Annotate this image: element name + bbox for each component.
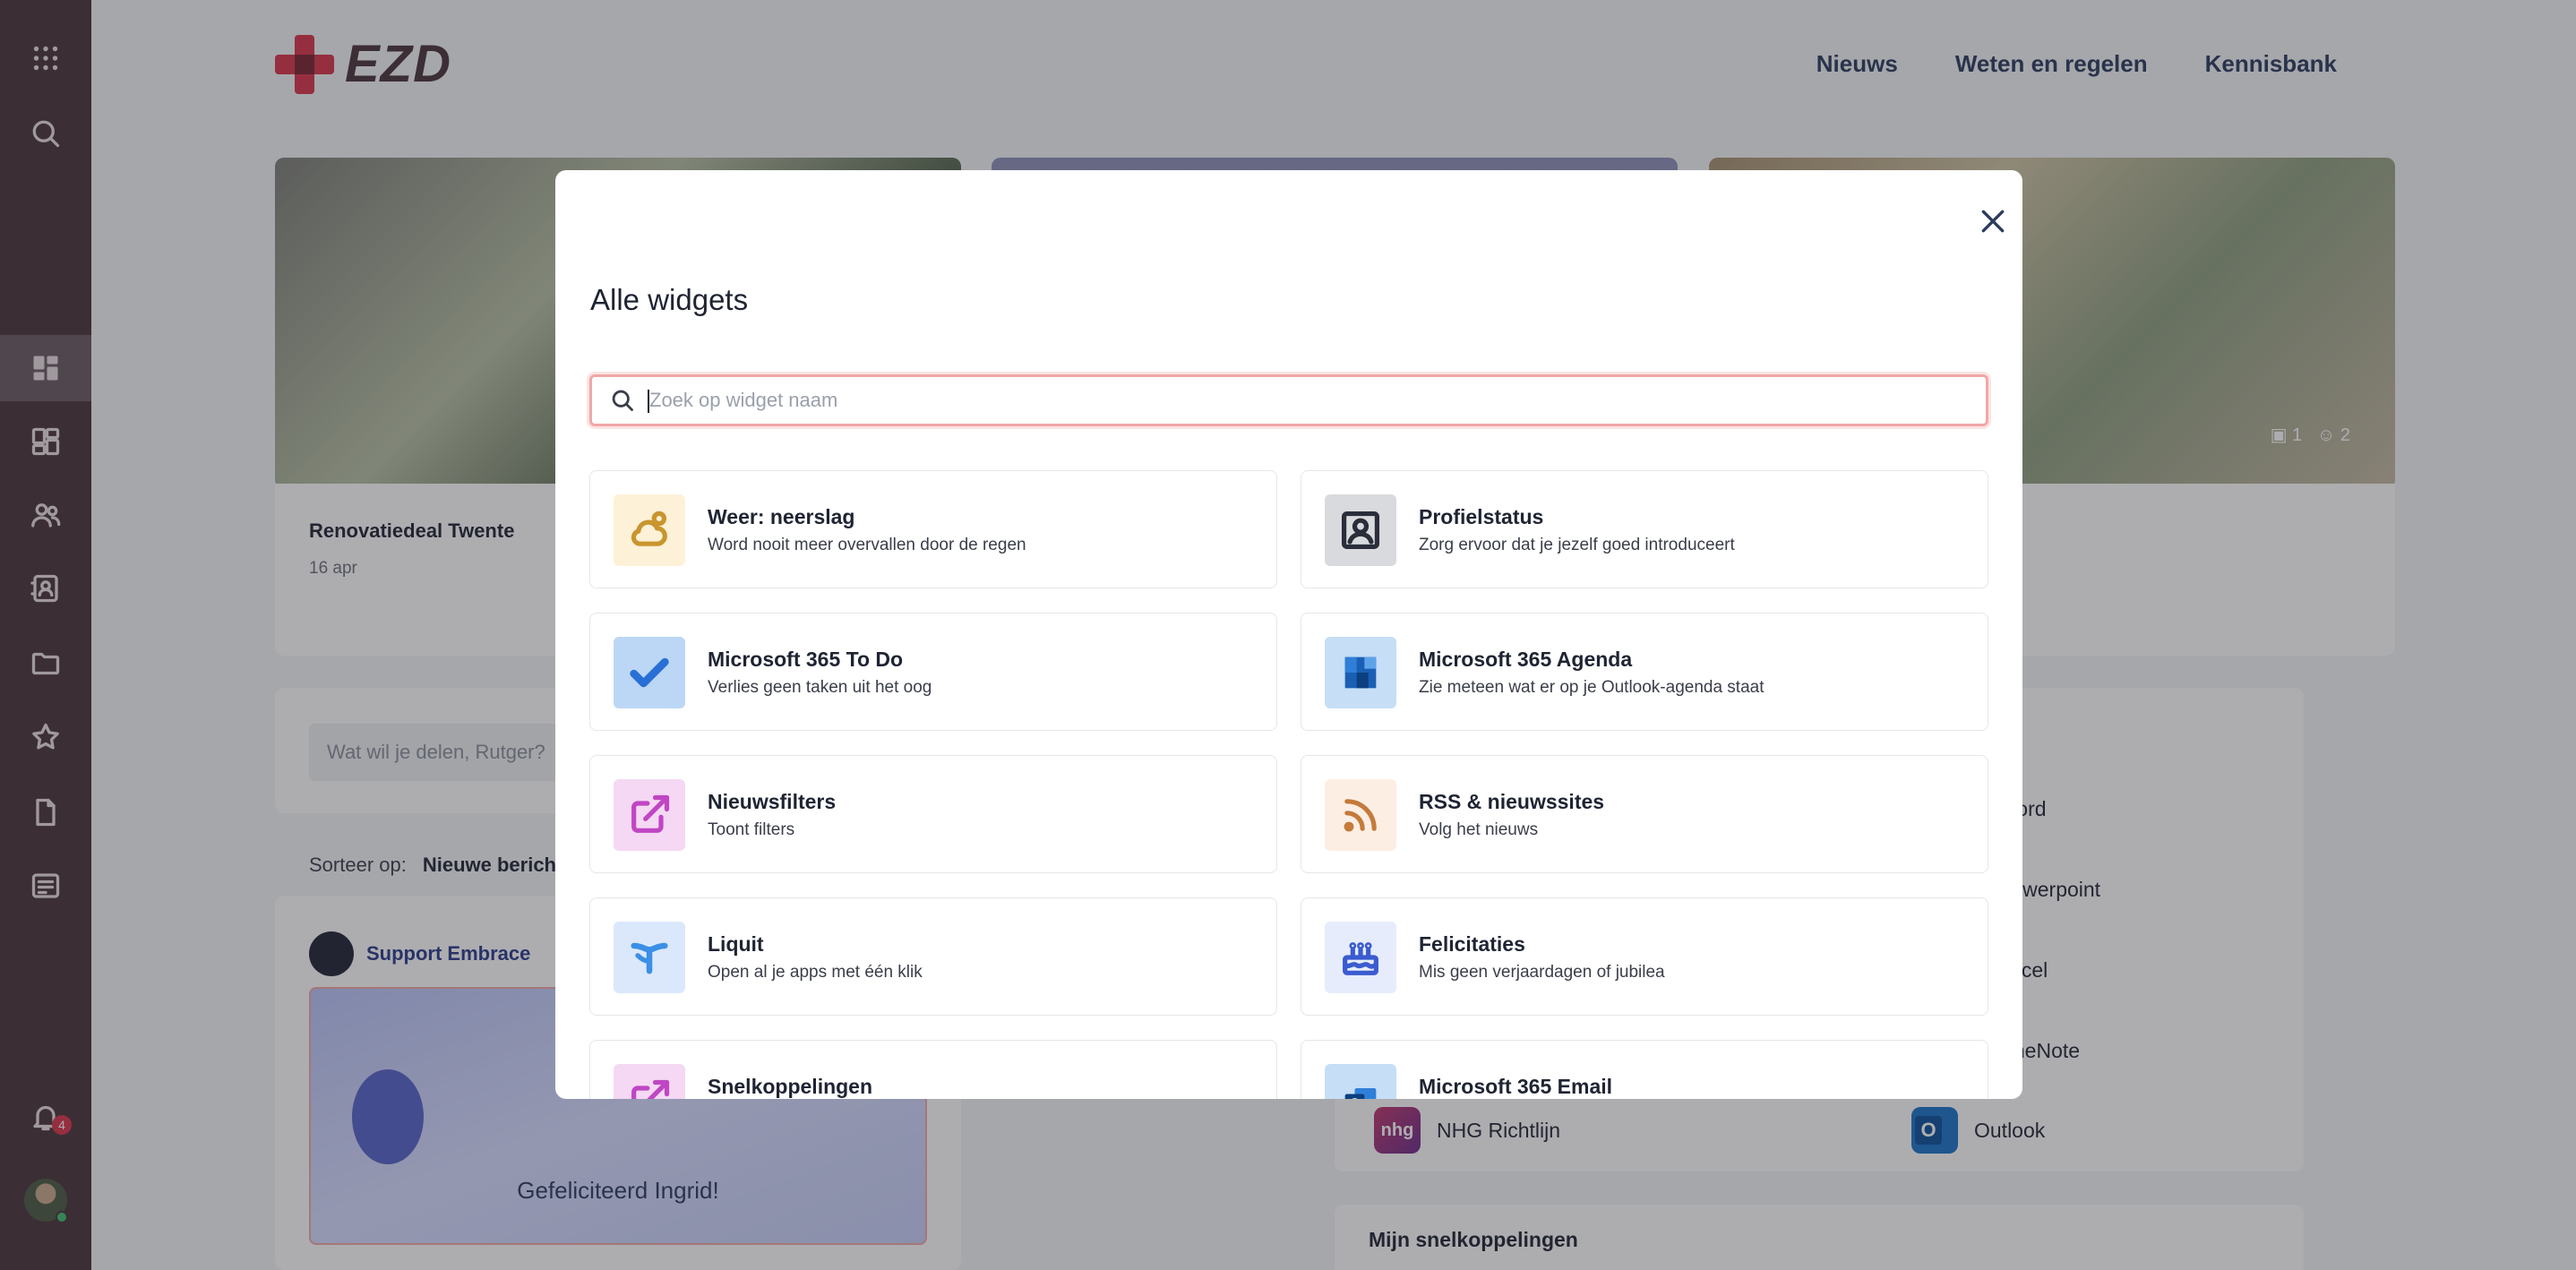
search-icon (612, 390, 633, 411)
widget-description: Volg het nieuws (1419, 820, 1539, 839)
widget-title: Felicitaties (1419, 932, 1525, 956)
todo-icon (614, 637, 685, 708)
widget-tile[interactable]: Liquit Open al je apps met één klik (589, 897, 1277, 1016)
widget-search-input[interactable] (649, 389, 1975, 412)
modal-title: Alle widgets (590, 283, 749, 316)
widget-tile[interactable]: Nieuwsfilters Toont filters (589, 755, 1277, 873)
widget-tile[interactable]: Weer: neerslag Word nooit meer overvallen… (589, 470, 1277, 588)
text-caret (648, 390, 649, 413)
all-widgets-modal: Alle widgets Weer: neerslag Word nooit me… (555, 170, 2022, 1099)
widget-title: RSS & nieuwssites (1419, 790, 1605, 813)
widget-search (589, 374, 1988, 426)
profile-icon (1325, 494, 1396, 566)
widget-tile[interactable]: Profielstatus Zorg ervoor dat je jezelf g… (1301, 470, 1988, 588)
widget-title: Microsoft 365 Email (1419, 1075, 1613, 1098)
widget-title: Liquit (708, 932, 764, 956)
close-icon (1981, 210, 2005, 233)
widget-description: Zie meteen wat er op je Outlook-agenda s… (1419, 678, 1765, 697)
widget-tile[interactable]: Felicitaties Mis geen verjaardagen of jub… (1301, 897, 1988, 1016)
widget-title: Microsoft 365 To Do (708, 648, 904, 671)
widget-description: Open al je apps met één klik (708, 963, 923, 982)
rss-icon (1325, 779, 1396, 851)
widget-title: Weer: neerslag (708, 505, 855, 528)
widget-tile[interactable]: RSS & nieuwssites Volg het nieuws (1301, 755, 1988, 873)
widget-title: Nieuwsfilters (708, 790, 837, 813)
liquit-icon (614, 922, 685, 993)
widget-tile[interactable]: Microsoft 365 Agenda Zie meteen wat er op… (1301, 613, 1988, 731)
external-link-icon (614, 779, 685, 851)
widget-tile[interactable]: Microsoft 365 Email (1301, 1040, 1988, 1099)
widget-title: Microsoft 365 Agenda (1419, 648, 1633, 671)
widget-description: Word nooit meer overvallen door de regen (708, 536, 1026, 554)
weather-icon (614, 494, 685, 566)
widget-tile[interactable]: Microsoft 365 To Do Verlies geen taken ui… (589, 613, 1277, 731)
widget-title: Snelkoppelingen (708, 1075, 873, 1098)
widget-tile[interactable]: Snelkoppelingen (589, 1040, 1277, 1099)
email-icon (1325, 1064, 1396, 1099)
widget-description: Mis geen verjaardagen of jubilea (1419, 963, 1665, 982)
widget-description: Zorg ervoor dat je jezelf goed introduce… (1419, 536, 1735, 554)
widget-description: Verlies geen taken uit het oog (708, 678, 932, 697)
widget-description: Toont filters (708, 820, 795, 839)
widget-title: Profielstatus (1419, 505, 1544, 528)
calendar-icon (1325, 637, 1396, 708)
external-link-icon (614, 1064, 685, 1099)
cake-icon (1325, 922, 1396, 993)
close-button[interactable] (1969, 197, 2017, 245)
